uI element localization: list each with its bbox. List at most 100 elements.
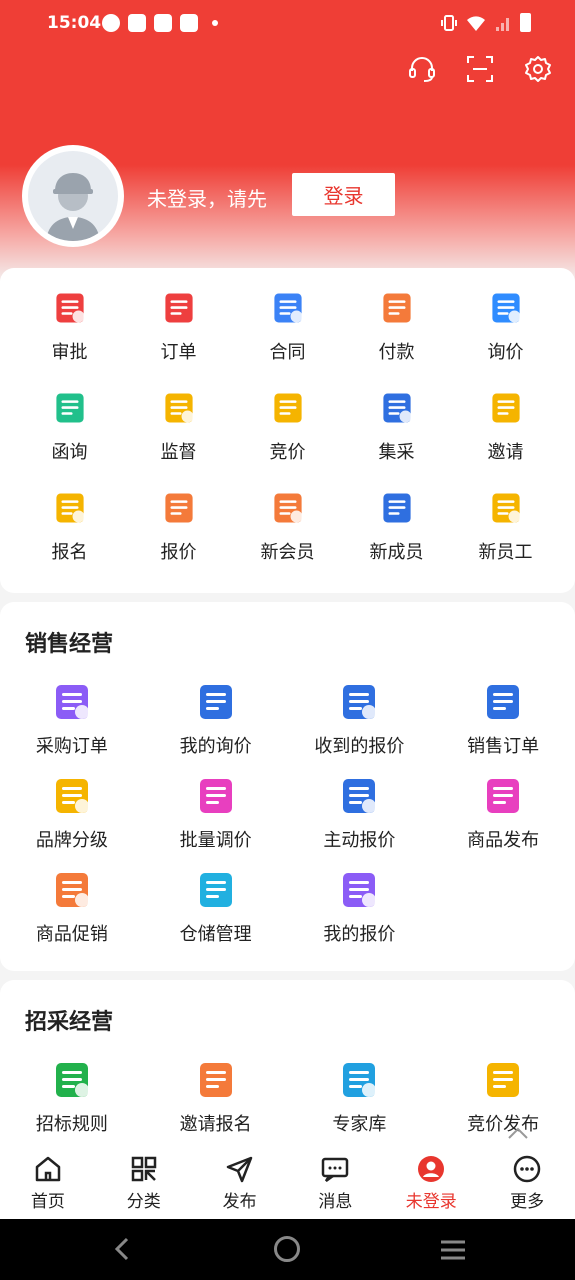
section-title: 销售经营 <box>25 632 114 657</box>
signup-icon <box>53 490 87 526</box>
scan-icon[interactable] <box>465 54 495 84</box>
shortcut-police-cap[interactable]: 监督 <box>124 390 233 470</box>
shortcut-label: 我的报价 <box>323 924 396 945</box>
shortcut-batch-price[interactable]: 批量调价 <box>144 776 288 856</box>
shortcut-rule-book[interactable]: 招标规则 <box>0 1060 144 1140</box>
shortcut-auction[interactable]: 竞价 <box>233 390 342 470</box>
shortcut-label: 审批 <box>51 342 88 363</box>
settings-icon[interactable] <box>523 54 553 84</box>
shortcut-user-price[interactable]: 我的报价 <box>288 870 432 950</box>
nav-home[interactable]: 首页 <box>0 1147 96 1219</box>
procurement-grid: 招标规则 邀请报名 专家库 竞价发布 <box>0 1060 575 1140</box>
shortcut-clipboard[interactable]: 销售订单 <box>431 682 575 762</box>
default-avatar-icon <box>28 151 118 241</box>
home-icon <box>35 1156 61 1182</box>
shortcut-label: 仓储管理 <box>179 924 252 945</box>
shortcut-contract[interactable]: 合同 <box>233 290 342 370</box>
auction-publish-icon <box>483 1060 523 1100</box>
bottom-navigation: 首页 分类 发布 消息 未登录 更多 <box>0 1147 575 1219</box>
nav-more[interactable]: 更多 <box>479 1147 575 1219</box>
shortcut-label: 主动报价 <box>323 830 396 851</box>
shortcut-approval[interactable]: 审批 <box>15 290 124 370</box>
shortcut-group-buy[interactable]: 集采 <box>342 390 451 470</box>
nav-label: 发布 <box>222 1192 257 1212</box>
clipboard-icon <box>483 682 523 722</box>
shortcut-label: 询价 <box>487 342 524 363</box>
shortcut-new-staff[interactable]: 新成员 <box>342 490 451 570</box>
services-grid: 审批 订单 合同 付款 询价函询 监督 竞价 集采 邀请报名 报价 新会员 新成员 新员工 <box>0 290 575 570</box>
vibrate-icon <box>441 14 457 31</box>
more-icon <box>513 1155 541 1183</box>
contract-icon <box>271 290 305 326</box>
inquiry-icon <box>489 290 523 326</box>
monitor-price-icon <box>339 682 379 722</box>
shortcut-label: 商品促销 <box>35 924 108 945</box>
home-circle-icon[interactable] <box>274 1236 300 1262</box>
employee-card-icon <box>489 490 523 526</box>
services-card: 审批 订单 合同 付款 询价函询 监督 竞价 集采 邀请报名 报价 新会员 新成员 新员工 <box>0 268 575 593</box>
mail-notification-icon <box>180 14 198 32</box>
shortcut-label: 招标规则 <box>35 1114 108 1135</box>
nav-user[interactable]: 未登录 <box>383 1147 479 1219</box>
user-price-icon <box>339 870 379 910</box>
shortcut-signup[interactable]: 报名 <box>15 490 124 570</box>
approval-icon <box>53 290 87 326</box>
nav-label: 分类 <box>126 1192 161 1212</box>
shortcut-warehouse[interactable]: 仓储管理 <box>144 870 288 950</box>
status-time: 15:04 <box>47 13 102 33</box>
shortcut-letter[interactable]: 函询 <box>15 390 124 470</box>
scroll-top-icon[interactable] <box>506 1126 530 1140</box>
shortcut-label: 函询 <box>51 442 88 463</box>
shortcut-invitation[interactable]: 邀请 <box>451 390 560 470</box>
order-icon <box>162 290 196 326</box>
letter-icon <box>53 390 87 426</box>
status-bar: 15:04 <box>0 0 575 46</box>
shortcut-monitor-price[interactable]: 收到的报价 <box>288 682 432 762</box>
send-icon <box>226 1156 252 1183</box>
wifi-icon <box>467 15 485 31</box>
avatar[interactable] <box>22 145 124 247</box>
nav-label: 更多 <box>510 1192 545 1212</box>
shortcut-auction-publish[interactable]: 竞价发布 <box>431 1060 575 1140</box>
invite-signup-icon <box>196 1060 236 1100</box>
shortcut-active-quote[interactable]: 主动报价 <box>288 776 432 856</box>
shortcut-label: 报价 <box>160 542 197 563</box>
shortcut-order[interactable]: 订单 <box>124 290 233 370</box>
warehouse-icon <box>196 870 236 910</box>
mail-notification-icon <box>128 14 146 32</box>
back-icon[interactable] <box>112 1237 132 1261</box>
shortcut-cart[interactable]: 采购订单 <box>0 682 144 762</box>
section-title: 招采经营 <box>25 1010 114 1035</box>
shortcut-quote[interactable]: 报价 <box>124 490 233 570</box>
shortcut-employee-card[interactable]: 新员工 <box>451 490 560 570</box>
shortcut-label: 竞价 <box>269 442 306 463</box>
new-staff-icon <box>380 490 414 526</box>
mail-notification-icon <box>154 14 172 32</box>
shortcut-wallet[interactable]: 付款 <box>342 290 451 370</box>
shortcut-tag[interactable]: 品牌分级 <box>0 776 144 856</box>
customer-service-icon[interactable] <box>407 54 437 84</box>
shortcut-graduation-cap[interactable]: 专家库 <box>288 1060 432 1140</box>
shortcut-label: 新员工 <box>478 542 533 563</box>
battery-icon <box>520 13 531 32</box>
shopping-bag-icon <box>483 776 523 816</box>
nav-send[interactable]: 发布 <box>192 1147 288 1219</box>
recents-icon[interactable] <box>439 1239 467 1261</box>
quote-icon <box>162 490 196 526</box>
group-buy-icon <box>380 390 414 426</box>
nav-label: 消息 <box>318 1192 353 1212</box>
shortcut-store-promo[interactable]: 商品促销 <box>0 870 144 950</box>
sales-card: 销售经营 采购订单 我的询价 收到的报价 销售订单品牌分级 批量调价 主动报价 商品发布商品… <box>0 602 575 971</box>
nav-category[interactable]: 分类 <box>96 1147 192 1219</box>
category-icon <box>131 1156 156 1182</box>
shortcut-new-member[interactable]: 新会员 <box>233 490 342 570</box>
shortcut-shopping-bag[interactable]: 商品发布 <box>431 776 575 856</box>
login-button[interactable]: 登录 <box>292 173 395 216</box>
shortcut-invite-signup[interactable]: 邀请报名 <box>144 1060 288 1140</box>
shortcut-label: 收到的报价 <box>314 736 405 757</box>
shortcut-inquiry-bubble[interactable]: 我的询价 <box>144 682 288 762</box>
shortcut-inquiry[interactable]: 询价 <box>451 290 560 370</box>
shortcut-label: 邀请 <box>487 442 524 463</box>
shortcut-label: 商品发布 <box>467 830 540 851</box>
nav-message[interactable]: 消息 <box>288 1147 384 1219</box>
